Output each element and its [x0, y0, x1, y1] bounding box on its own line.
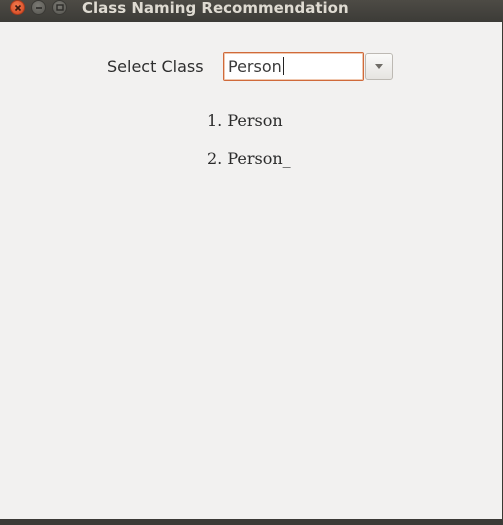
- list-item-name: Person_: [227, 149, 291, 168]
- maximize-icon: [56, 4, 64, 11]
- select-class-label: Select Class: [107, 57, 204, 76]
- list-item-name: Person: [227, 111, 283, 130]
- window-bottom-border: [0, 519, 503, 525]
- list-item-number: 2.: [207, 149, 223, 168]
- minimize-window-button[interactable]: [31, 0, 46, 15]
- class-input-value: Person: [228, 57, 282, 76]
- chevron-down-icon: [375, 64, 383, 69]
- window-title: Class Naming Recommendation: [82, 0, 349, 17]
- maximize-window-button[interactable]: [52, 0, 67, 15]
- list-item: 1. Person: [207, 110, 291, 148]
- title-bar[interactable]: Class Naming Recommendation: [0, 0, 503, 22]
- class-combobox[interactable]: Person: [223, 52, 393, 81]
- close-icon: [14, 4, 22, 12]
- class-input[interactable]: Person: [223, 52, 364, 81]
- minimize-icon: [36, 7, 42, 9]
- list-item: 2. Person_: [207, 148, 291, 186]
- text-caret: [282, 57, 284, 75]
- dropdown-button[interactable]: [365, 53, 393, 80]
- app-window: Class Naming Recommendation Select Class…: [0, 0, 503, 525]
- recommendation-list: 1. Person 2. Person_: [207, 110, 291, 186]
- close-window-button[interactable]: [10, 0, 25, 15]
- list-item-number: 1.: [207, 111, 223, 130]
